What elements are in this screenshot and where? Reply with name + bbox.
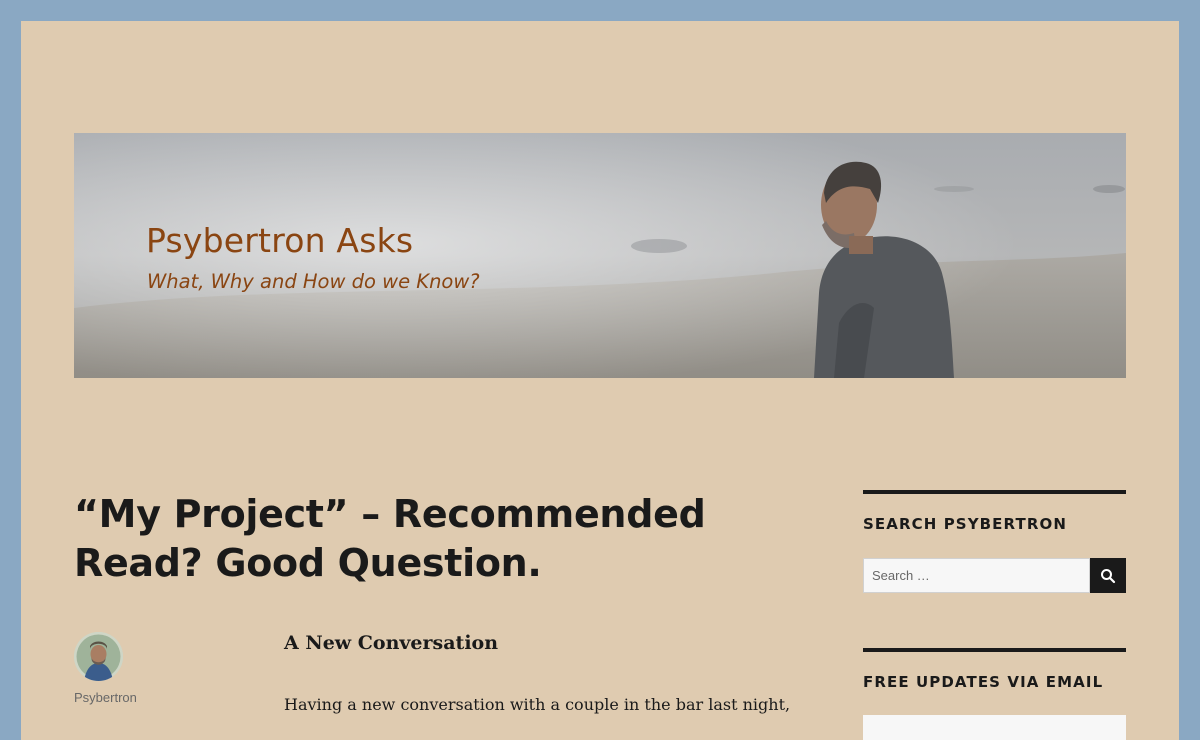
author-name[interactable]: Psybertron	[74, 690, 137, 705]
search-widget: SEARCH PSYBERTRON	[863, 490, 1126, 593]
post-paragraph: Having a new conversation with a couple …	[284, 695, 791, 714]
search-form	[863, 558, 1126, 593]
email-widget-title: FREE UPDATES VIA EMAIL	[863, 673, 1104, 691]
search-widget-title: SEARCH PSYBERTRON	[863, 515, 1067, 533]
post-subheading: A New Conversation	[284, 632, 499, 654]
email-subscribe-box[interactable]	[863, 715, 1126, 740]
banner-title: Psybertron Asks	[146, 221, 414, 260]
avatar-image	[74, 632, 123, 681]
author-avatar[interactable]	[74, 632, 123, 681]
post-title[interactable]: “My Project” – Recommended Read? Good Qu…	[74, 490, 774, 588]
page-container: Psybertron Asks What, Why and How do we …	[21, 21, 1179, 740]
search-icon	[1100, 568, 1116, 584]
header-banner-link[interactable]: Psybertron Asks What, Why and How do we …	[74, 133, 1126, 378]
email-widget: FREE UPDATES VIA EMAIL	[863, 648, 1126, 691]
search-input[interactable]	[863, 558, 1090, 593]
banner-subtitle: What, Why and How do we Know?	[147, 270, 480, 293]
search-button[interactable]	[1090, 558, 1126, 593]
